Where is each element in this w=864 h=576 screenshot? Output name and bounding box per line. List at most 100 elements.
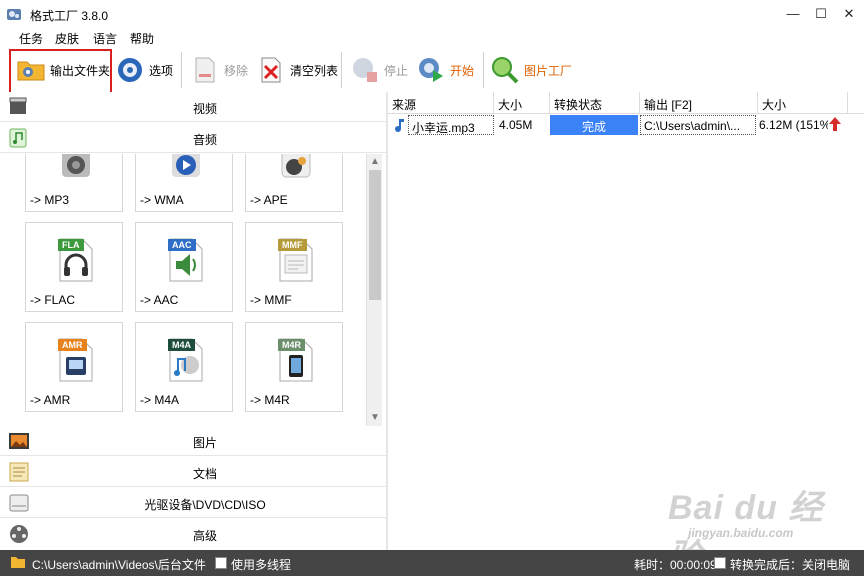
multithread-label: 使用多线程 xyxy=(231,558,292,572)
format-label: -> MP3 xyxy=(30,193,70,207)
title-bar: 格式工厂 3.8.0 — ☐ ✕ xyxy=(0,0,864,28)
format-label: -> MMF xyxy=(250,293,292,307)
remove-label: 移除 xyxy=(224,63,249,78)
task-row[interactable]: 小幸运.mp3 4.05M 完成 C:\Users\admin\... 6.12… xyxy=(388,115,864,135)
toolbar-separator xyxy=(341,52,342,88)
stop-icon xyxy=(353,58,377,82)
clear-list-icon xyxy=(261,57,281,83)
format-label: -> WMA xyxy=(140,193,184,207)
maximize-button[interactable]: ☐ xyxy=(806,0,836,28)
format-tile-aac[interactable]: AAC -> AAC xyxy=(135,222,233,312)
watermark-sub-text: jingyan.baidu.com xyxy=(688,526,794,540)
format-tile-mmf[interactable]: MMF -> MMF xyxy=(245,222,343,312)
task-source-file[interactable]: 小幸运.mp3 xyxy=(408,115,494,135)
format-grid-scrollbar[interactable]: ▲ ▼ xyxy=(366,154,382,426)
column-header-source[interactable]: 来源 xyxy=(388,92,494,114)
picture-factory-button[interactable]: 图片工厂 xyxy=(490,50,572,90)
start-button[interactable]: 开始 xyxy=(416,50,474,90)
output-folder-icon[interactable] xyxy=(10,555,26,569)
clear-list-button[interactable]: 清空列表 xyxy=(256,50,338,90)
size-increase-arrow-icon xyxy=(829,117,841,131)
format-tile-m4a[interactable]: M4A -> M4A xyxy=(135,322,233,412)
baidu-jingyan-watermark: Bai du 经验 jingyan.baidu.com xyxy=(668,480,848,576)
task-source-size: 4.05M xyxy=(499,118,533,132)
minimize-button[interactable]: — xyxy=(778,0,808,28)
media-player-icon xyxy=(172,154,200,177)
elapsed-time: 耗时：00:00:09 xyxy=(634,558,717,572)
menu-bar: 任务 皮肤 语言 帮助 xyxy=(0,28,864,48)
format-label: -> M4A xyxy=(140,393,180,407)
music-note-icon xyxy=(395,119,404,132)
ape-headphone-icon xyxy=(281,154,311,178)
format-tile-ape[interactable]: -> APE xyxy=(245,154,343,212)
column-header-output[interactable]: 输出 [F2] xyxy=(640,92,758,114)
stop-label: 停止 xyxy=(384,63,409,78)
output-folder-highlight xyxy=(9,49,112,97)
menu-skin[interactable]: 皮肤 xyxy=(55,30,79,47)
output-path-text: C:\Users\admin\Videos\后台文件 xyxy=(32,558,206,572)
format-label: -> APE xyxy=(250,193,288,207)
scrollbar-thumb[interactable] xyxy=(369,170,381,300)
menu-help[interactable]: 帮助 xyxy=(130,30,154,47)
status-bar: C:\Users\admin\Videos\后台文件 使用多线程 耗时：00:0… xyxy=(0,550,864,576)
format-factory-app-icon xyxy=(7,9,21,20)
scroll-up-icon[interactable]: ▲ xyxy=(367,154,383,170)
format-tile-amr[interactable]: AMR -> AMR xyxy=(25,322,123,412)
category-advanced[interactable]: 高级 xyxy=(0,519,386,549)
start-label: 开始 xyxy=(450,63,475,78)
toolbar: 输出文件夹 选项 移除 清空列表 停止 开始 图片工厂 xyxy=(0,48,864,92)
format-badge-m4a: M4A xyxy=(168,339,196,351)
format-badge-m4r: M4R xyxy=(278,339,306,351)
after-done-checkbox[interactable] xyxy=(714,557,726,569)
category-document-label: 文档 xyxy=(192,467,217,481)
stop-button[interactable]: 停止 xyxy=(350,50,408,90)
scroll-down-icon[interactable]: ▼ xyxy=(367,410,383,426)
category-audio-label: 音频 xyxy=(192,133,217,147)
task-output-size: 6.12M (151%) xyxy=(759,118,828,132)
options-gear-icon xyxy=(118,58,142,82)
category-advanced-label: 高级 xyxy=(192,529,217,543)
category-optical-label: 光驱设备\DVD\CD\ISO xyxy=(144,498,266,512)
column-header-size[interactable]: 大小 xyxy=(494,92,550,114)
audio-format-grid: -> MP3 -> WMA -> APE FLA -> FLAC AAC -> … xyxy=(0,154,386,422)
category-document[interactable]: 文档 xyxy=(0,457,386,487)
remove-button[interactable]: 移除 xyxy=(190,50,248,90)
format-tile-mp3[interactable]: -> MP3 xyxy=(25,154,123,212)
format-badge-aac: AAC xyxy=(168,239,196,251)
task-output-path[interactable]: C:\Users\admin\... xyxy=(640,115,756,135)
format-label: -> AMR xyxy=(30,393,71,407)
column-header-output-size[interactable]: 大小 xyxy=(758,92,848,114)
options-label: 选项 xyxy=(149,63,174,78)
category-video[interactable]: 视频 xyxy=(0,92,386,122)
task-status-badge: 完成 xyxy=(550,115,638,135)
category-audio[interactable]: 音频 xyxy=(0,123,386,153)
task-list-header: 来源 大小 转换状态 输出 [F2] 大小 xyxy=(388,92,864,114)
format-badge-flac: FLA xyxy=(58,239,84,251)
clear-list-label: 清空列表 xyxy=(290,63,339,78)
menu-language[interactable]: 语言 xyxy=(93,30,117,47)
options-button[interactable]: 选项 xyxy=(115,50,173,90)
format-label: -> AAC xyxy=(140,293,179,307)
picture-factory-magnifier-icon xyxy=(492,57,519,84)
toolbar-separator xyxy=(483,52,484,88)
window-title: 格式工厂 3.8.0 xyxy=(30,9,109,23)
format-badge-amr: AMR xyxy=(58,339,87,351)
column-header-status[interactable]: 转换状态 xyxy=(550,92,640,114)
toolbar-separator xyxy=(181,52,182,88)
remove-document-icon xyxy=(195,57,215,83)
category-picture-label: 图片 xyxy=(192,436,217,450)
start-play-icon xyxy=(419,58,443,82)
category-optical[interactable]: 光驱设备\DVD\CD\ISO xyxy=(0,488,386,518)
close-button[interactable]: ✕ xyxy=(834,0,864,28)
category-picture[interactable]: 图片 xyxy=(0,426,386,456)
multithread-checkbox[interactable] xyxy=(215,557,227,569)
format-tile-m4r[interactable]: M4R -> M4R xyxy=(245,322,343,412)
category-video-label: 视频 xyxy=(192,102,217,116)
format-badge-mmf: MMF xyxy=(278,239,307,251)
format-label: -> FLAC xyxy=(30,293,76,307)
format-tile-flac[interactable]: FLA -> FLAC xyxy=(25,222,123,312)
format-tile-wma[interactable]: -> WMA xyxy=(135,154,233,212)
format-label: -> M4R xyxy=(250,393,290,407)
menu-task[interactable]: 任务 xyxy=(19,30,43,47)
speaker-icon xyxy=(62,154,90,177)
